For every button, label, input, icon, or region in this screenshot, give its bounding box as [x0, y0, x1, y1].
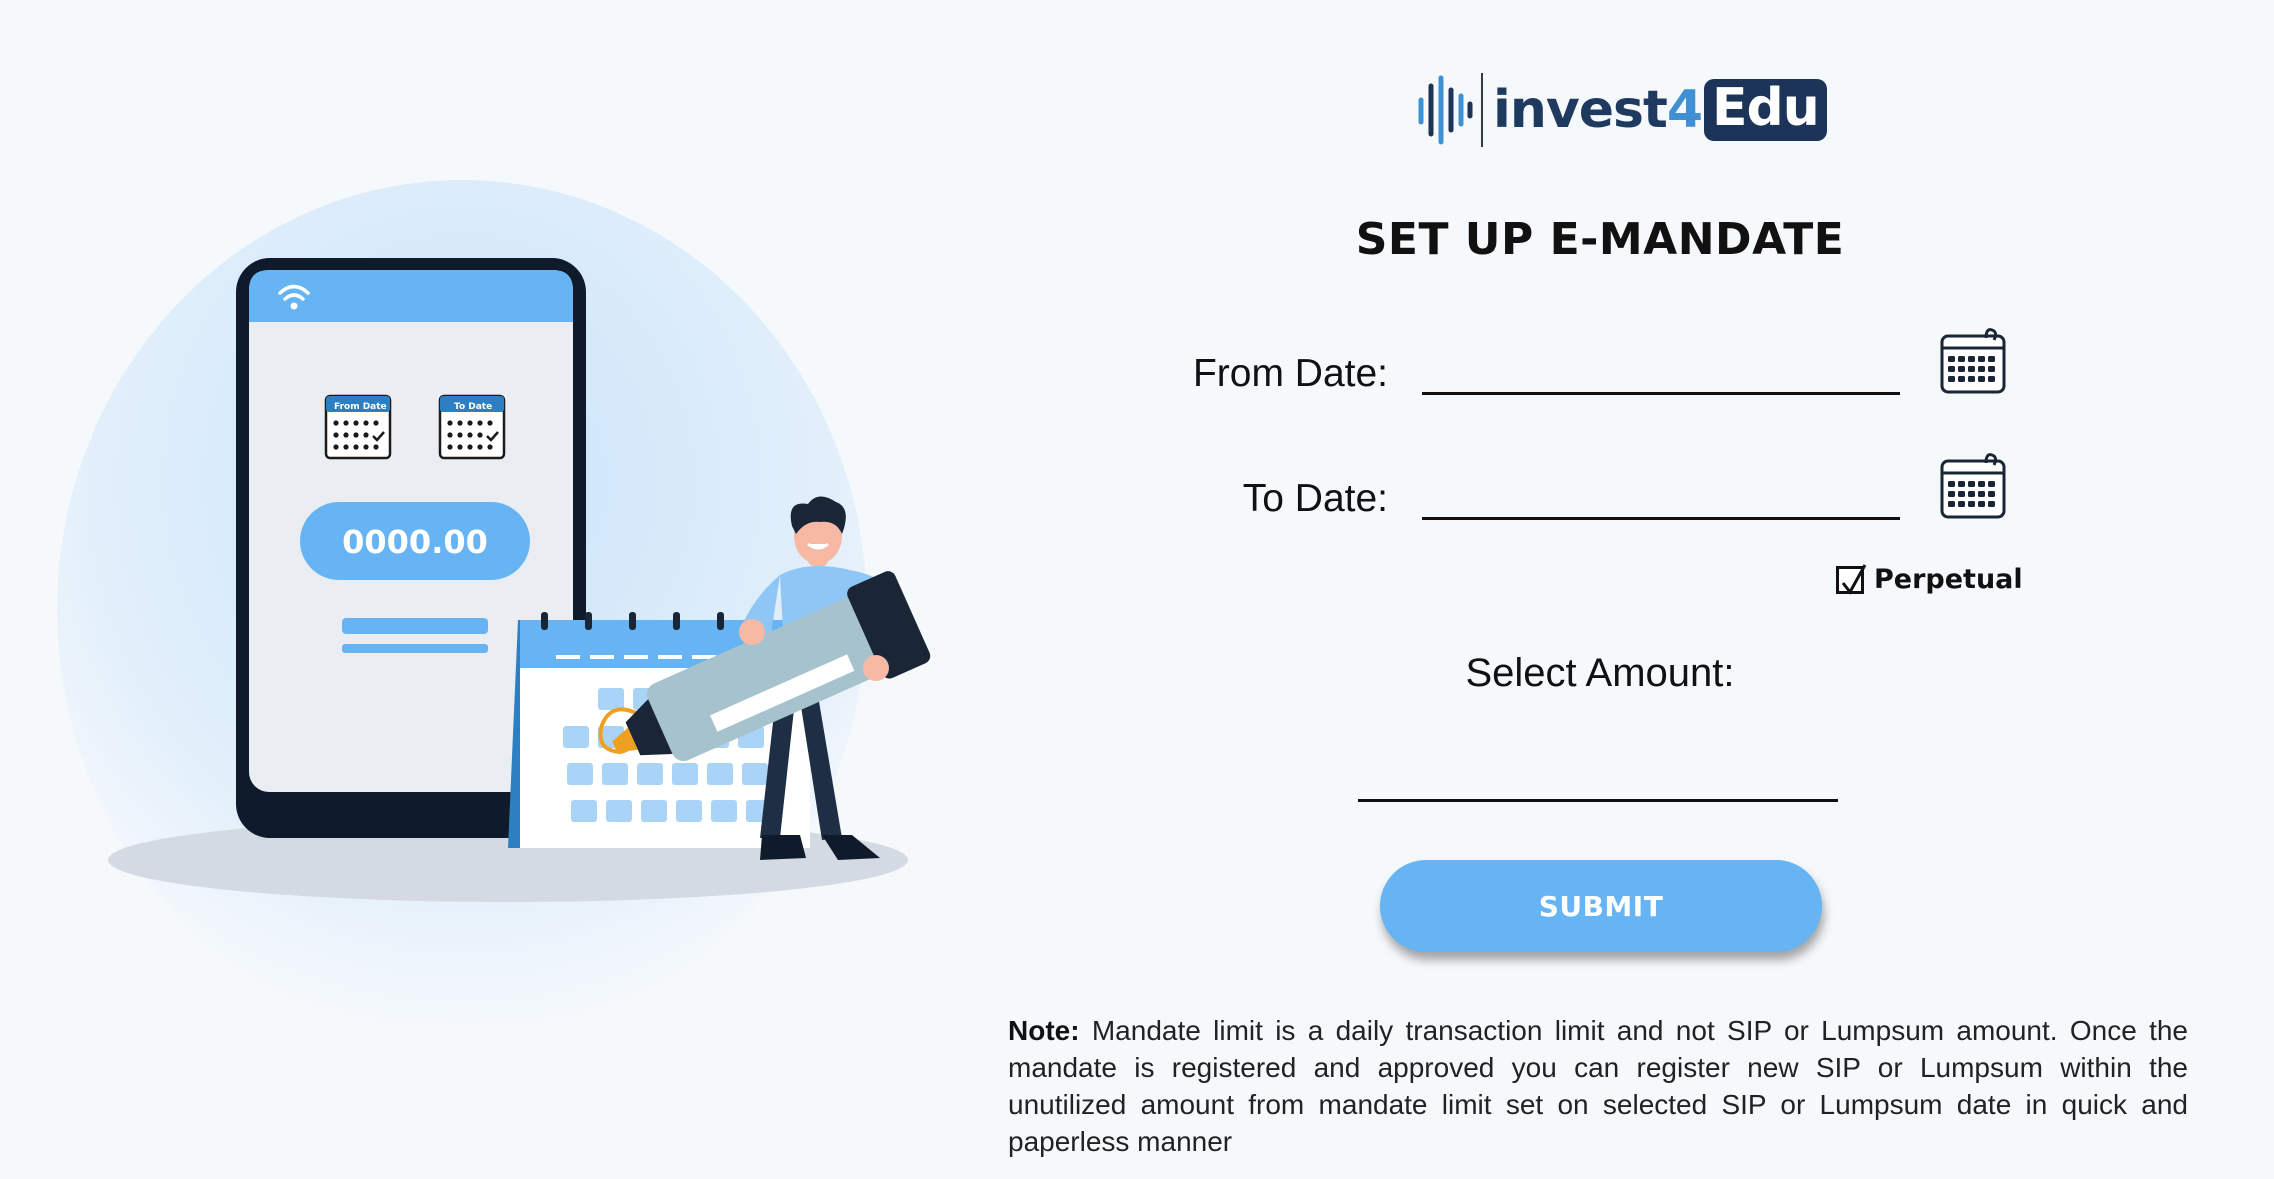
illustration-panel: From Date To Date 0000.00 [0, 0, 960, 1179]
brand-name-suffix: Edu [1704, 79, 1827, 141]
perpetual-label: Perpetual [1874, 564, 2023, 595]
mandate-note: Note: Mandate limit is a daily transacti… [1008, 1012, 2188, 1160]
from-date-calendar-button[interactable] [1938, 326, 2008, 396]
phone-line [342, 644, 488, 653]
phone-line [342, 618, 488, 634]
page-title: SET UP E-MANDATE [1355, 214, 1845, 265]
brand-wordmark: invest 4 Edu [1493, 79, 1827, 141]
calendar-icon [1940, 328, 2006, 394]
perpetual-checkbox-box[interactable] [1836, 563, 1867, 595]
brand-name-prefix: invest [1493, 80, 1668, 140]
submit-button[interactable]: SUBMIT [1380, 860, 1822, 952]
from-date-caption: From Date [334, 402, 387, 412]
note-label: Note: [1008, 1015, 1080, 1046]
phone-amount: 0000.00 [342, 523, 488, 561]
note-text: Mandate limit is a daily transaction lim… [1008, 1015, 2189, 1157]
from-date-label: From Date: [1192, 352, 1388, 395]
to-date-field[interactable] [1422, 517, 1900, 520]
logo-divider [1481, 73, 1483, 147]
perpetual-checkbox[interactable]: Perpetual [1836, 563, 2023, 595]
amount-field[interactable] [1358, 799, 1838, 802]
emandate-illustration: From Date To Date 0000.00 [57, 180, 931, 1040]
sound-wave-icon [1418, 75, 1473, 145]
to-date-label: To Date: [1242, 477, 1388, 520]
to-date-calendar-button[interactable] [1938, 451, 2008, 521]
from-date-field[interactable] [1422, 392, 1900, 395]
check-icon [1841, 563, 1867, 595]
brand-logo: invest 4 Edu [1415, 70, 1827, 150]
brand-name-digit: 4 [1666, 80, 1703, 140]
calendar-icon [1940, 453, 2006, 519]
select-amount-label: Select Amount: [1465, 651, 1735, 695]
to-date-caption: To Date [454, 402, 492, 412]
